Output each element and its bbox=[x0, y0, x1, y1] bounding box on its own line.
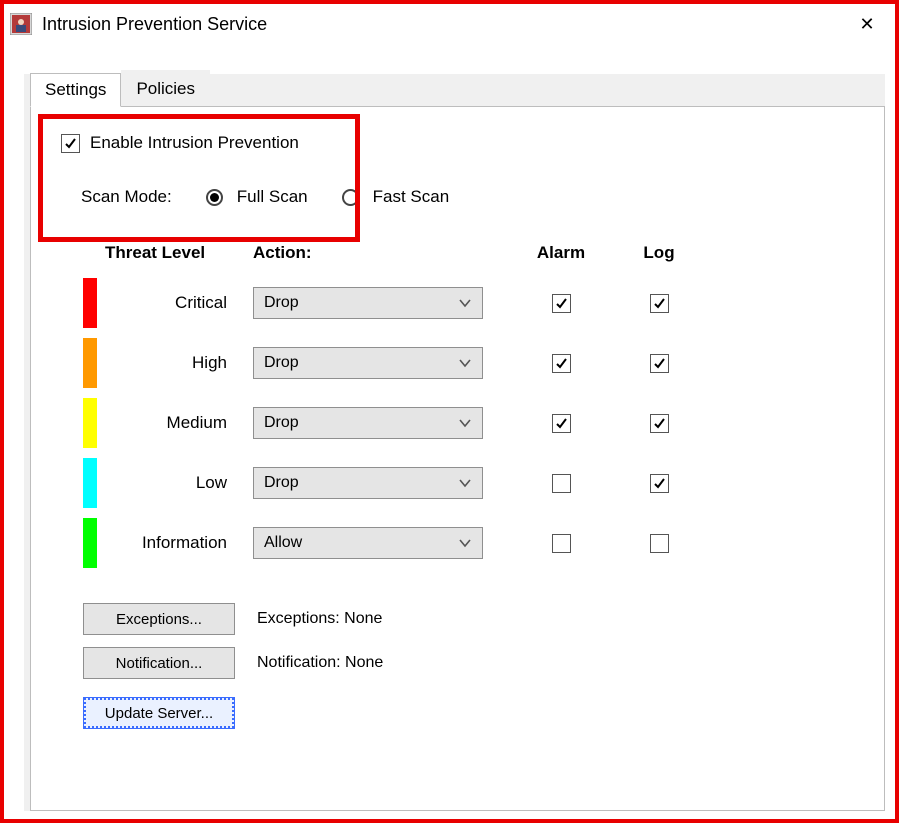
chevron-down-icon bbox=[458, 295, 472, 311]
bottom-section: Exceptions... Exceptions: None Notificat… bbox=[83, 603, 864, 729]
window-title: Intrusion Prevention Service bbox=[42, 14, 847, 35]
log-checkbox[interactable] bbox=[650, 474, 669, 493]
radio-full-scan[interactable] bbox=[206, 189, 223, 206]
chevron-down-icon bbox=[458, 535, 472, 551]
threat-row: Critical Drop bbox=[83, 273, 864, 333]
threat-row: Medium Drop bbox=[83, 393, 864, 453]
update-server-button[interactable]: Update Server... bbox=[83, 697, 235, 729]
tab-settings[interactable]: Settings bbox=[30, 73, 121, 107]
exceptions-button[interactable]: Exceptions... bbox=[83, 603, 235, 635]
threat-color-swatch bbox=[83, 278, 97, 328]
tab-panel-settings: Enable Intrusion Prevention Scan Mode: F… bbox=[30, 106, 885, 811]
threat-color-swatch bbox=[83, 398, 97, 448]
log-checkbox[interactable] bbox=[650, 534, 669, 553]
action-value: Drop bbox=[264, 294, 299, 312]
action-select[interactable]: Allow bbox=[253, 527, 483, 559]
action-select[interactable]: Drop bbox=[253, 347, 483, 379]
radio-full-scan-label: Full Scan bbox=[237, 187, 308, 207]
enable-checkbox[interactable] bbox=[61, 134, 80, 153]
alarm-checkbox[interactable] bbox=[552, 294, 571, 313]
threat-row: Information Allow bbox=[83, 513, 864, 573]
tab-label: Settings bbox=[45, 80, 106, 99]
radio-fast-scan-label: Fast Scan bbox=[373, 187, 450, 207]
threat-name: Information bbox=[105, 533, 245, 553]
action-value: Allow bbox=[264, 534, 302, 552]
threat-name: Medium bbox=[105, 413, 245, 433]
client-area: Settings Policies Enable Intrusion Preve… bbox=[24, 74, 885, 811]
enable-label: Enable Intrusion Prevention bbox=[90, 133, 299, 153]
action-value: Drop bbox=[264, 414, 299, 432]
action-value: Drop bbox=[264, 474, 299, 492]
title-bar: Intrusion Prevention Service ✕ bbox=[4, 4, 895, 44]
button-label: Exceptions... bbox=[116, 611, 202, 628]
threat-name: High bbox=[105, 353, 245, 373]
action-select[interactable]: Drop bbox=[253, 287, 483, 319]
log-checkbox[interactable] bbox=[650, 294, 669, 313]
button-label: Notification... bbox=[116, 655, 203, 672]
app-window: Intrusion Prevention Service ✕ Settings … bbox=[0, 0, 899, 823]
tab-strip: Settings Policies bbox=[30, 72, 210, 106]
threat-grid-header: Threat Level Action: Alarm Log bbox=[83, 243, 864, 263]
tab-policies[interactable]: Policies bbox=[121, 70, 210, 106]
alarm-checkbox[interactable] bbox=[552, 534, 571, 553]
notification-status: Notification: None bbox=[257, 654, 383, 672]
header-log: Log bbox=[643, 243, 674, 263]
enable-row: Enable Intrusion Prevention bbox=[61, 133, 864, 153]
log-checkbox[interactable] bbox=[650, 354, 669, 373]
header-threat: Threat Level bbox=[105, 243, 245, 263]
header-alarm: Alarm bbox=[537, 243, 585, 263]
close-icon: ✕ bbox=[859, 14, 874, 35]
threat-grid: Threat Level Action: Alarm Log Critical D… bbox=[83, 243, 864, 573]
action-select[interactable]: Drop bbox=[253, 407, 483, 439]
log-checkbox[interactable] bbox=[650, 414, 669, 433]
alarm-checkbox[interactable] bbox=[552, 354, 571, 373]
alarm-checkbox[interactable] bbox=[552, 474, 571, 493]
threat-name: Low bbox=[105, 473, 245, 493]
threat-color-swatch bbox=[83, 458, 97, 508]
alarm-checkbox[interactable] bbox=[552, 414, 571, 433]
threat-color-swatch bbox=[83, 338, 97, 388]
scan-mode-row: Scan Mode: Full Scan Fast Scan bbox=[81, 187, 864, 207]
notification-button[interactable]: Notification... bbox=[83, 647, 235, 679]
threat-color-swatch bbox=[83, 518, 97, 568]
threat-name: Critical bbox=[105, 293, 245, 313]
chevron-down-icon bbox=[458, 415, 472, 431]
radio-fast-scan[interactable] bbox=[342, 189, 359, 206]
app-icon bbox=[10, 13, 32, 35]
action-value: Drop bbox=[264, 354, 299, 372]
exceptions-status: Exceptions: None bbox=[257, 610, 382, 628]
scan-mode-label: Scan Mode: bbox=[81, 187, 172, 207]
close-button[interactable]: ✕ bbox=[847, 8, 887, 40]
header-action: Action: bbox=[253, 243, 503, 263]
threat-row: Low Drop bbox=[83, 453, 864, 513]
chevron-down-icon bbox=[458, 475, 472, 491]
chevron-down-icon bbox=[458, 355, 472, 371]
tab-label: Policies bbox=[136, 79, 195, 98]
button-label: Update Server... bbox=[105, 705, 213, 722]
action-select[interactable]: Drop bbox=[253, 467, 483, 499]
threat-row: High Drop bbox=[83, 333, 864, 393]
